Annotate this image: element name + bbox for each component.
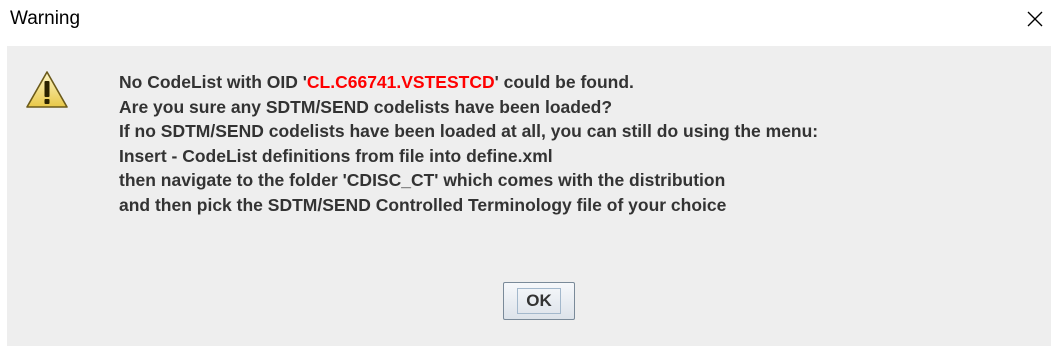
warning-dialog-window: Warning No CodeList with OID 'CL.C66741.… — [0, 0, 1058, 353]
ok-button[interactable]: OK — [503, 282, 575, 320]
codelist-oid: CL.C66741.VSTESTCD — [306, 72, 495, 92]
message-text: No CodeList with OID ' — [119, 72, 307, 92]
warning-triangle-icon — [26, 71, 68, 108]
message-line: Insert - CodeList definitions from file … — [119, 145, 553, 166]
warning-message: No CodeList with OID 'CL.C66741.VSTESTCD… — [119, 70, 1049, 217]
title-bar: Warning — [0, 0, 1058, 38]
message-line: No CodeList with OID 'CL.C66741.VSTESTCD… — [119, 70, 1049, 95]
message-line: If no SDTM/SEND codelists have been load… — [119, 121, 819, 141]
message-line: then navigate to the folder 'CDISC_CT' w… — [119, 170, 726, 190]
message-text: ' could be found. — [494, 72, 634, 92]
dialog-content: No CodeList with OID 'CL.C66741.VSTESTCD… — [7, 46, 1051, 346]
message-line: and then pick the SDTM/SEND Controlled T… — [119, 194, 727, 215]
message-line: Are you sure any SDTM/SEND codelists hav… — [119, 96, 613, 117]
ok-button-label: OK — [517, 288, 561, 314]
close-button[interactable] — [1012, 0, 1058, 38]
close-icon — [1027, 11, 1043, 27]
window-title: Warning — [10, 8, 81, 29]
